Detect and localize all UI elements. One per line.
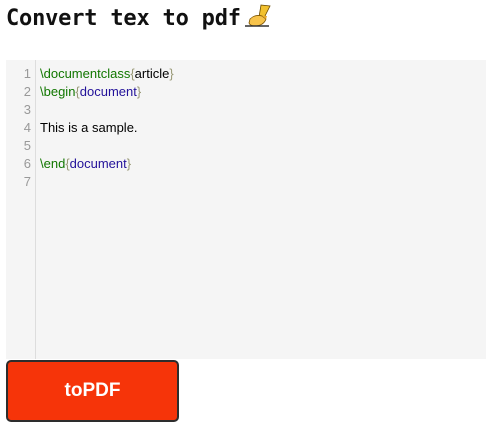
latex-editor[interactable]: 1 2 3 4 5 6 7 \documentclass{article} \b… <box>6 60 486 359</box>
line-number: 7 <box>23 174 31 189</box>
page-title: Convert tex to pdf <box>6 2 273 36</box>
code-line[interactable]: This is a sample. <box>40 119 138 137</box>
line-number: 3 <box>23 102 31 117</box>
code-area[interactable]: \documentclass{article} \begin{document}… <box>40 60 486 359</box>
line-number-gutter: 1 2 3 4 5 6 7 <box>6 60 36 359</box>
latex-command: \documentclass <box>40 66 131 81</box>
close-brace: } <box>136 84 142 99</box>
code-line[interactable]: \begin{document} <box>40 83 141 101</box>
code-line[interactable]: \end{document} <box>40 155 131 173</box>
page-title-text: Convert tex to pdf <box>6 6 241 31</box>
code-line[interactable]: \documentclass{article} <box>40 65 174 83</box>
line-number: 2 <box>23 84 31 99</box>
line-number: 5 <box>23 138 31 153</box>
line-number: 4 <box>23 120 31 135</box>
close-brace: } <box>126 156 132 171</box>
to-pdf-button[interactable]: toPDF <box>6 360 179 422</box>
writing-hand-icon <box>244 4 271 27</box>
latex-argument: document <box>79 84 137 99</box>
latex-command: \begin <box>40 84 76 99</box>
line-number: 1 <box>23 66 31 81</box>
line-number: 6 <box>23 156 31 171</box>
latex-command: \end <box>40 156 66 171</box>
plain-text: This is a sample. <box>40 120 138 135</box>
latex-argument: article <box>134 66 170 81</box>
latex-argument: document <box>69 156 127 171</box>
close-brace: } <box>169 66 174 81</box>
